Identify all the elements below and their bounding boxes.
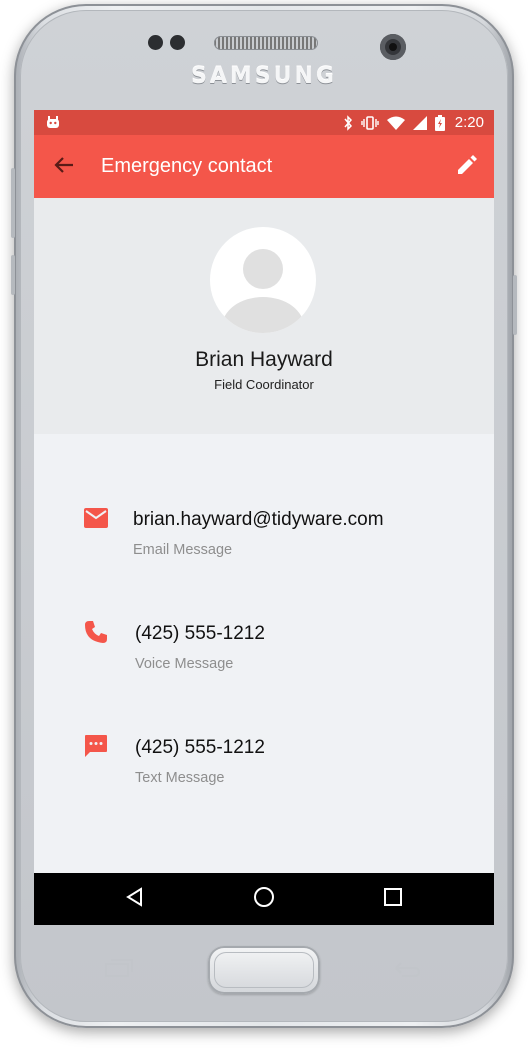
light-sensor bbox=[170, 35, 185, 50]
app-bar: Emergency contact bbox=[34, 135, 494, 198]
wifi-icon bbox=[386, 116, 405, 130]
earpiece-speaker bbox=[214, 36, 318, 50]
nav-recents-button[interactable] bbox=[380, 886, 406, 912]
avatar-body bbox=[222, 297, 304, 333]
home-circle-icon bbox=[253, 886, 275, 913]
hardware-home-key[interactable] bbox=[208, 946, 320, 994]
proximity-sensor bbox=[148, 35, 163, 50]
status-bar: 2:20 bbox=[34, 110, 494, 135]
status-time: 2:20 bbox=[454, 114, 484, 131]
arrow-back-icon bbox=[54, 156, 74, 179]
back-button[interactable] bbox=[51, 154, 77, 180]
vibrate-icon bbox=[361, 115, 379, 131]
recents-key-icon bbox=[104, 958, 134, 983]
screen: 2:20 Emergency contact Brian Hayward Fie… bbox=[34, 110, 494, 925]
profile-header: Brian Hayward Field Coordinator bbox=[34, 198, 494, 434]
contact-type: Email Message bbox=[133, 542, 233, 558]
back-key-icon bbox=[392, 958, 422, 983]
message-icon bbox=[82, 732, 110, 760]
avatar bbox=[210, 227, 316, 333]
front-camera bbox=[380, 34, 406, 60]
power-button bbox=[513, 275, 517, 335]
contact-type: Voice Message bbox=[135, 656, 234, 672]
system-nav-bar bbox=[34, 873, 494, 925]
android-icon bbox=[46, 115, 60, 129]
nav-home-button[interactable] bbox=[251, 886, 277, 912]
app-bar-title: Emergency contact bbox=[101, 155, 273, 177]
contact-item-voice[interactable]: (425) 555-1212 Voice Message bbox=[34, 618, 494, 688]
contact-value: (425) 555-1212 bbox=[135, 623, 265, 644]
back-triangle-icon bbox=[125, 886, 145, 912]
email-icon bbox=[82, 504, 110, 532]
hardware-back-key[interactable] bbox=[390, 958, 424, 982]
brand-logo: SAMSUNG bbox=[191, 64, 337, 89]
recents-square-icon bbox=[383, 887, 403, 912]
contact-value: (425) 555-1212 bbox=[135, 737, 265, 758]
contact-value: brian.hayward@tidyware.com bbox=[133, 509, 384, 530]
contact-type: Text Message bbox=[135, 770, 225, 786]
contact-item-text[interactable]: (425) 555-1212 Text Message bbox=[34, 732, 494, 802]
phone-icon bbox=[82, 618, 110, 646]
bluetooth-icon bbox=[343, 114, 353, 131]
contact-name: Brian Hayward bbox=[195, 348, 333, 371]
edit-button[interactable] bbox=[454, 154, 480, 180]
contact-item-email[interactable]: brian.hayward@tidyware.com Email Message bbox=[34, 504, 494, 574]
avatar-head bbox=[243, 249, 283, 289]
battery-icon bbox=[434, 114, 445, 131]
pencil-icon bbox=[456, 154, 478, 181]
signal-icon bbox=[412, 115, 427, 130]
hardware-recents-key[interactable] bbox=[102, 958, 136, 982]
contact-methods-list: brian.hayward@tidyware.com Email Message… bbox=[34, 434, 494, 874]
contact-role: Field Coordinator bbox=[214, 377, 314, 392]
volume-button bbox=[11, 168, 15, 238]
side-button bbox=[11, 255, 15, 295]
nav-back-button[interactable] bbox=[122, 886, 148, 912]
